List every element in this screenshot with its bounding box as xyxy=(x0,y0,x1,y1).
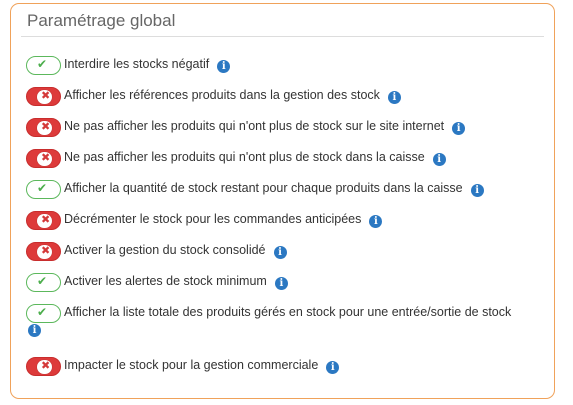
global-settings-panel: Paramétrage global ✔ Interdire les stock… xyxy=(10,3,555,399)
info-icon[interactable]: i xyxy=(217,60,231,73)
toggle-switch[interactable]: ✔ xyxy=(26,56,61,75)
toggle-switch[interactable]: ✖ xyxy=(26,357,61,376)
title-divider xyxy=(21,36,544,37)
setting-label: Activer la gestion du stock consolidé i xyxy=(64,243,287,259)
toggle-switch[interactable]: ✔ xyxy=(26,273,61,292)
toggle-switch[interactable]: ✖ xyxy=(26,211,61,230)
check-icon: ✔ xyxy=(37,274,48,288)
setting-label: Activer les alertes de stock minimum i xyxy=(64,274,288,290)
panel-title: Paramétrage global xyxy=(27,11,176,30)
toggle-switch[interactable]: ✖ xyxy=(26,242,61,261)
setting-label: Interdire les stocks négatif i xyxy=(64,57,231,73)
setting-label: Afficher les références produits dans la… xyxy=(64,88,401,104)
info-icon[interactable]: i xyxy=(274,277,288,290)
toggle-switch[interactable]: ✖ xyxy=(26,118,61,137)
info-icon[interactable]: i xyxy=(387,91,401,104)
setting-label: Afficher la quantité de stock restant po… xyxy=(64,181,484,197)
check-icon: ✔ xyxy=(37,57,48,71)
info-icon[interactable]: i xyxy=(273,246,287,259)
setting-label: Impacter le stock pour la gestion commer… xyxy=(64,358,340,374)
cross-icon: ✖ xyxy=(41,89,51,102)
cross-icon: ✖ xyxy=(41,244,51,257)
info-icon[interactable]: i xyxy=(470,184,484,197)
check-icon: ✔ xyxy=(37,305,48,319)
toggle-switch[interactable]: ✖ xyxy=(26,149,61,168)
cross-icon: ✖ xyxy=(41,213,51,226)
cross-icon: ✖ xyxy=(41,120,51,133)
toggle-switch[interactable]: ✔ xyxy=(26,180,61,199)
info-icon[interactable]: i xyxy=(369,215,383,228)
info-icon[interactable]: i xyxy=(432,153,446,166)
toggle-switch[interactable]: ✖ xyxy=(26,87,61,106)
info-icon[interactable]: i xyxy=(452,122,466,135)
info-icon[interactable]: i xyxy=(28,324,41,337)
toggle-switch[interactable]: ✔ xyxy=(26,304,61,323)
cross-icon: ✖ xyxy=(41,151,51,164)
setting-label: Afficher la liste totale des produits gé… xyxy=(64,305,512,319)
cross-icon: ✖ xyxy=(41,359,51,372)
info-icon[interactable]: i xyxy=(326,361,340,374)
setting-label: Ne pas afficher les produits qui n'ont p… xyxy=(64,150,446,166)
check-icon: ✔ xyxy=(37,181,48,195)
setting-label: Ne pas afficher les produits qui n'ont p… xyxy=(64,119,466,135)
setting-label: Décrémenter le stock pour les commandes … xyxy=(64,212,383,228)
